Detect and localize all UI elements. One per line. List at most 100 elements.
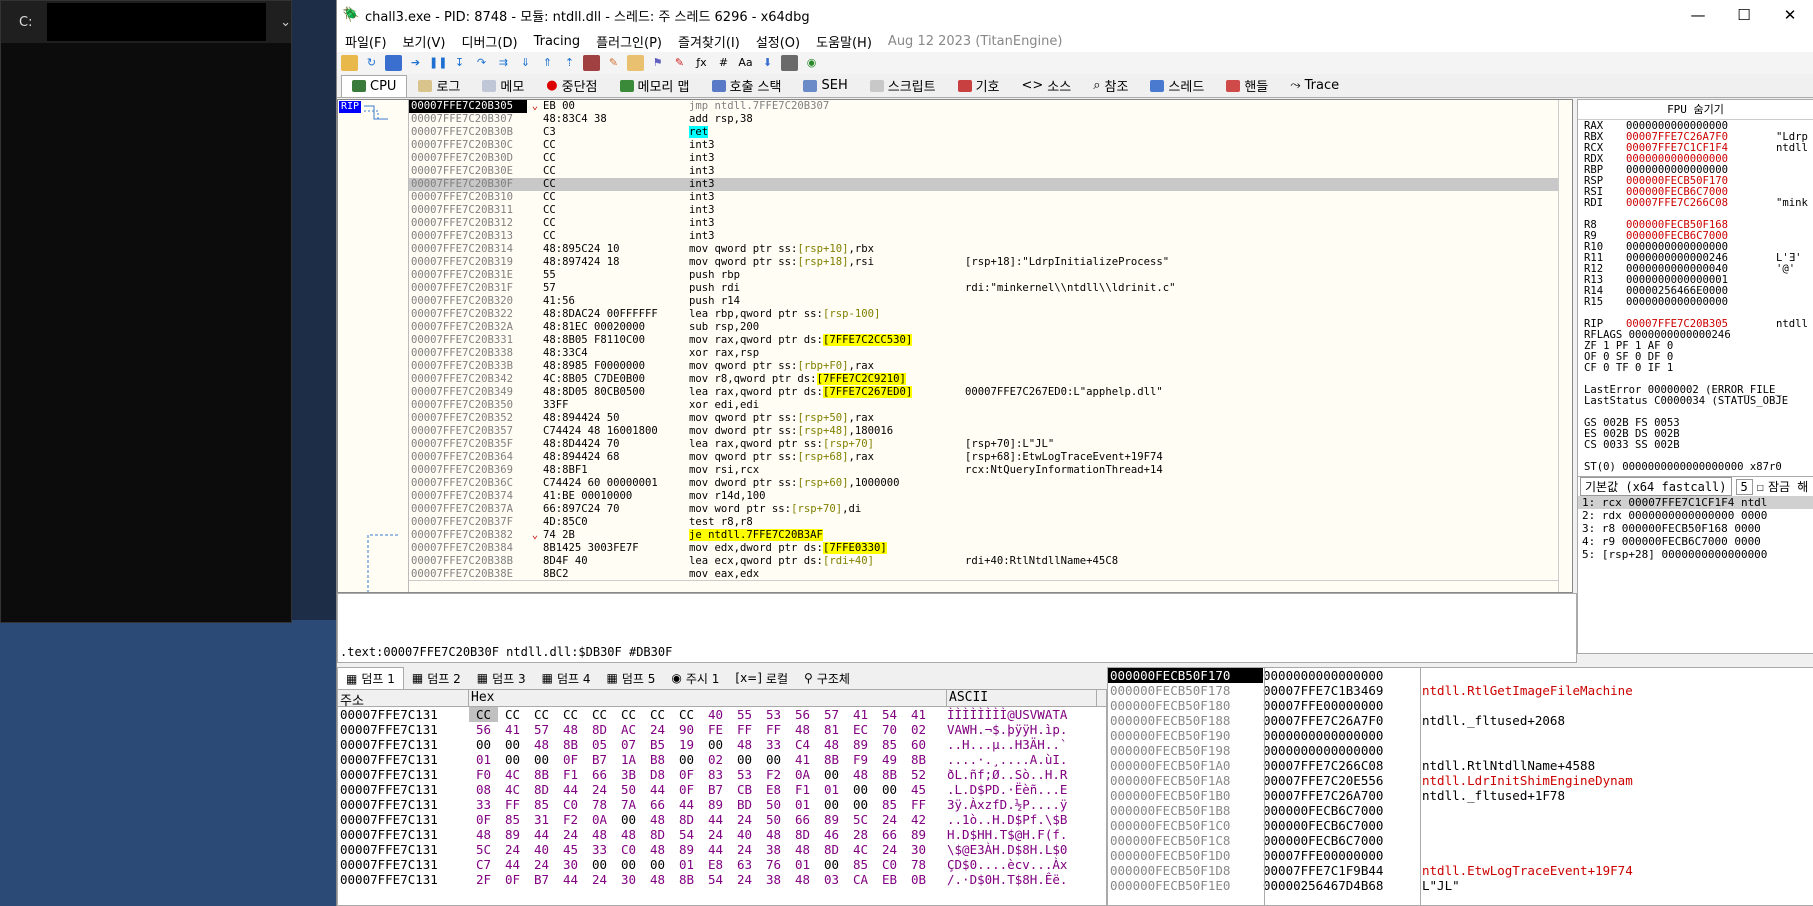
hex-byte[interactable]: 24 (875, 812, 904, 827)
terminal-window[interactable]: C: ⌄ (0, 0, 292, 623)
hex-byte[interactable]: 5C (846, 812, 875, 827)
hex-byte[interactable]: F1 (788, 782, 817, 797)
hex-byte[interactable]: 57 (527, 722, 556, 737)
disassembly-row[interactable]: 00007FFE7C20B350 33FF xor edi,edi (409, 399, 1572, 412)
disassembly-row[interactable]: 00007FFE7C20B305 ⌄ EB 00 jmp ntdll.7FFE7C20… (409, 100, 1572, 113)
disassembly-vscrollbar[interactable] (1558, 100, 1572, 592)
restart-icon[interactable]: ↻ (363, 55, 380, 71)
lock-checkbox[interactable]: ☐ (1757, 480, 1764, 494)
hex-byte[interactable]: 8D (788, 827, 817, 842)
hex-byte[interactable]: 41 (904, 707, 933, 722)
hex-byte[interactable]: F9 (846, 752, 875, 767)
chevron-down-icon[interactable]: ⌄ (266, 15, 291, 30)
dump-row[interactable]: 00007FFE7C131 5C 24 40 45 33 C0 48 89 44 24 38 48 8D 4… (338, 842, 1106, 857)
hex-byte[interactable]: 07 (614, 737, 643, 752)
dump-row[interactable]: 00007FFE7C131 48 89 44 24 48 48 8D 54 24 40 48 8D 46 2… (338, 827, 1106, 842)
register-value[interactable]: 0000000000000040 (1626, 263, 1776, 275)
disassembly-row[interactable]: 00007FFE7C20B338 48:33C4 xor rax,rsp (409, 347, 1572, 360)
execute-till-return-icon[interactable]: ⇑ (539, 55, 556, 71)
register-value[interactable]: 0000000000000000 (1626, 153, 1776, 165)
stack-view[interactable]: 000000FECB50F170 0000000000000000 000000FE… (1107, 667, 1813, 906)
hex-byte[interactable]: 53 (730, 767, 759, 782)
menu-debug[interactable]: 디버그(D) (454, 32, 526, 51)
hex-byte[interactable]: FF (904, 797, 933, 812)
hex-byte[interactable]: 85 (875, 737, 904, 752)
tab-call-stack[interactable]: 호출 스택 (701, 72, 793, 99)
hex-byte[interactable]: 02 (904, 722, 933, 737)
hex-byte[interactable]: 56 (788, 707, 817, 722)
disassembly-row[interactable]: 00007FFE7C20B369 48:8BF1 mov rsi,rcx rcx:Nt… (409, 464, 1572, 477)
hex-byte[interactable]: 49 (875, 752, 904, 767)
hex-byte[interactable]: 8D (585, 722, 614, 737)
register-row[interactable]: R13 0000000000000001 (1578, 274, 1813, 286)
hex-byte[interactable]: 00 (846, 782, 875, 797)
disassembly-row[interactable]: 00007FFE7C20B30C CC int3 (409, 139, 1572, 152)
register-value[interactable]: 0000000000000000 (1626, 164, 1776, 176)
hex-byte[interactable]: 50 (614, 782, 643, 797)
stack-row[interactable]: 000000FECB50F1A8 00007FFE7C20E556 ntdll.Ld… (1108, 773, 1813, 788)
hex-byte[interactable]: C0 (614, 842, 643, 857)
hex-byte[interactable]: 45 (904, 782, 933, 797)
hex-byte[interactable]: 03 (817, 872, 846, 887)
calling-convention-select[interactable]: 기본값 (x64 fastcall) (1580, 477, 1732, 496)
strings-icon[interactable]: ⬇ (759, 55, 776, 71)
disassembly-row[interactable]: 00007FFE7C20B384 8B1425 3003FE7F mov edx,d… (409, 542, 1572, 555)
tab-symbols[interactable]: 기호 (947, 72, 1011, 99)
register-row[interactable]: RDX 0000000000000000 (1578, 153, 1813, 165)
hex-byte[interactable]: 66 (643, 797, 672, 812)
hex-byte[interactable]: 05 (585, 737, 614, 752)
stack-row[interactable]: 000000FECB50F1D0 00007FFE00000000 (1108, 848, 1813, 863)
hex-byte[interactable]: 48 (759, 827, 788, 842)
register-value[interactable]: 00007FFE7C1CF1F4 (1626, 142, 1776, 154)
hex-byte[interactable]: 50 (759, 797, 788, 812)
hex-byte[interactable]: 48 (730, 737, 759, 752)
hex-byte[interactable]: 40 (527, 842, 556, 857)
disassembly-row[interactable]: 00007FFE7C20B320 41:56 push r14 (409, 295, 1572, 308)
disassembly-row[interactable]: 00007FFE7C20B331 48:8B05 F8110C00 mov rax,… (409, 334, 1572, 347)
hex-byte[interactable]: FF (759, 722, 788, 737)
hex-byte[interactable]: 8B (875, 767, 904, 782)
hex-byte[interactable]: 0F (672, 782, 701, 797)
hex-byte[interactable]: C0 (875, 857, 904, 872)
hex-byte[interactable]: 44 (556, 782, 585, 797)
hex-byte[interactable]: EB (875, 872, 904, 887)
hex-dump-view[interactable]: 주소 Hex ASCII 00007FFE7C131 CC CC CC CC CC CC CC… (337, 689, 1107, 906)
dump-row[interactable]: 00007FFE7C131 0F 85 31 F2 0A 00 48 8D 44 24 50 66 89 5… (338, 812, 1106, 827)
hex-byte[interactable]: FF (730, 722, 759, 737)
hex-byte[interactable]: 8D (527, 782, 556, 797)
hex-byte[interactable]: 81 (817, 722, 846, 737)
dump-row[interactable]: 00007FFE7C131 CC CC CC CC CC CC CC CC 40 55 53 56 57 4… (338, 707, 1106, 722)
hex-byte[interactable]: 24 (585, 872, 614, 887)
hex-byte[interactable]: 00 (614, 857, 643, 872)
stack-row[interactable]: 000000FECB50F178 00007FFE7C1B3469 ntdll.Rt… (1108, 683, 1813, 698)
register-row[interactable]: RIP 00007FFE7C20B305 ntdll (1578, 318, 1813, 330)
hex-byte[interactable]: 48 (643, 872, 672, 887)
argument-row[interactable]: 4: r9 000000FECB6C7000 0000 (1578, 535, 1813, 548)
hex-byte[interactable]: 48 (469, 827, 498, 842)
hex-byte[interactable]: 00 (643, 857, 672, 872)
hex-byte[interactable]: 52 (904, 767, 933, 782)
disassembly-row[interactable]: 00007FFE7C20B31F 57 push rdi rdi:"minkernel… (409, 282, 1572, 295)
dump-row[interactable]: 00007FFE7C131 56 41 57 48 8D AC 24 90 FE FF FF 48 81 E… (338, 722, 1106, 737)
tab-breakpoints[interactable]: ● 중단점 (535, 72, 608, 99)
register-value[interactable]: 00007FFE7C26A7F0 (1626, 131, 1776, 143)
hex-byte[interactable]: 00 (846, 797, 875, 812)
hex-byte[interactable]: 01 (788, 857, 817, 872)
register-row[interactable]: R11 0000000000000246 L'Ǝ' (1578, 252, 1813, 264)
disassembly-row[interactable]: 00007FFE7C20B30E CC int3 (409, 165, 1572, 178)
maximize-button[interactable]: ☐ (1721, 6, 1767, 24)
hex-byte[interactable]: CC (672, 707, 701, 722)
hex-byte[interactable]: 66 (875, 827, 904, 842)
hex-byte[interactable]: 4C (846, 842, 875, 857)
hex-byte[interactable]: 54 (672, 827, 701, 842)
hex-byte[interactable]: 0F (469, 812, 498, 827)
hex-byte[interactable]: 00 (672, 752, 701, 767)
hex-byte[interactable]: 85 (527, 797, 556, 812)
tab-dump-4[interactable]: ▦ 덤프 4 (534, 668, 599, 689)
hex-byte[interactable]: 85 (846, 857, 875, 872)
hex-byte[interactable]: 8D (672, 812, 701, 827)
hex-byte[interactable]: 38 (759, 842, 788, 857)
hex-byte[interactable]: 44 (527, 827, 556, 842)
font-icon[interactable]: Aa (737, 55, 754, 71)
disassembly-row[interactable]: 00007FFE7C20B311 CC int3 (409, 204, 1572, 217)
